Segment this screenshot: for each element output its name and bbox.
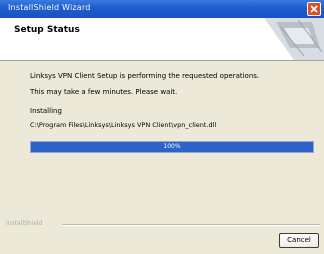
footer-divider <box>62 224 320 226</box>
wizard-graphic-icon <box>264 18 324 60</box>
title-bar[interactable]: InstallShield Wizard <box>0 0 324 18</box>
cancel-button[interactable]: Cancel <box>279 233 319 248</box>
installer-window: InstallShield Wizard Setup Status Linksy… <box>0 0 324 254</box>
close-button[interactable] <box>307 2 321 16</box>
action-label: Installing <box>30 107 62 115</box>
progress-bar: 100% <box>30 141 314 153</box>
close-icon <box>310 5 318 13</box>
status-message: Linksys VPN Client Setup is performing t… <box>30 72 260 80</box>
window-title: InstallShield Wizard <box>8 3 91 12</box>
brand-label: InstallShield <box>6 220 43 227</box>
wait-message: This may take a few minutes. Please wait… <box>30 88 178 96</box>
page-title: Setup Status <box>14 25 80 35</box>
progress-label: 100% <box>163 143 181 150</box>
wizard-header: Setup Status <box>0 18 324 61</box>
file-path: C:\Program Files\Linksys\Linksys VPN Cli… <box>30 121 217 129</box>
